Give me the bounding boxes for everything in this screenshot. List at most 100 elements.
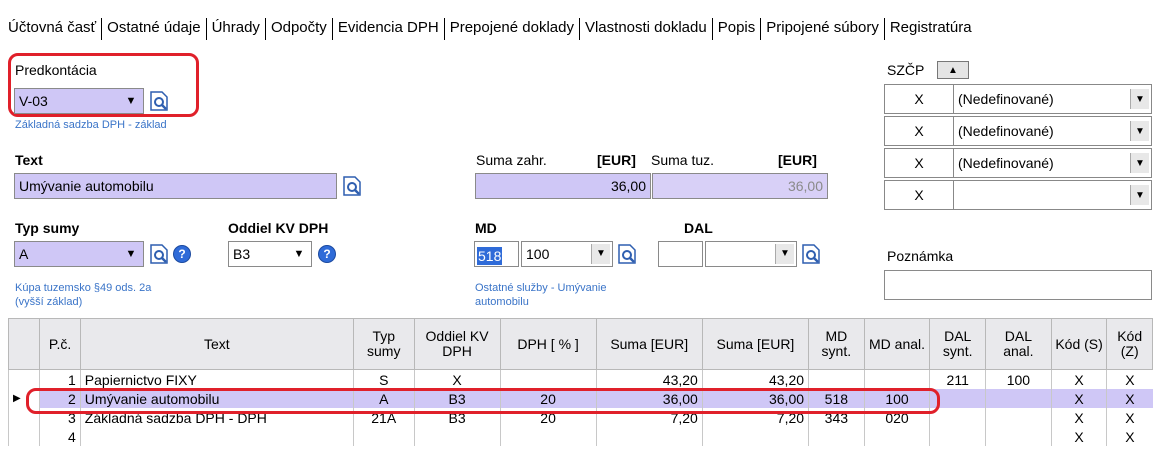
tab-9[interactable]: Pripojené súbory [761, 18, 885, 40]
tab-7[interactable]: Vlastnosti dokladu [580, 18, 713, 40]
suma-zahr-currency: [EUR] [597, 152, 636, 168]
suma-zahr-input[interactable]: 36,00 [475, 173, 651, 199]
row-indicator[interactable] [7, 369, 40, 389]
column-header[interactable]: Suma [EUR] [595, 318, 703, 370]
chevron-down-icon[interactable]: ▼ [1130, 89, 1149, 109]
column-header[interactable]: DAL synt. [929, 318, 987, 370]
predkontacia-hint: Základná sadzba DPH - základ [15, 119, 167, 131]
column-header[interactable]: P.č. [39, 318, 81, 370]
md-hint-2: automobilu [475, 296, 529, 308]
table-row[interactable]: 4 XX [7, 427, 1153, 446]
tab-6[interactable]: Prepojené doklady [445, 18, 580, 40]
chevron-down-icon[interactable]: ▼ [1130, 185, 1149, 205]
table-cell [985, 408, 1052, 427]
predkontacia-select[interactable]: V-03 ▼ [14, 88, 144, 114]
column-header[interactable]: DPH [ % ] [499, 318, 597, 370]
oddiel-label: Oddiel KV DPH [228, 220, 329, 236]
chevron-down-icon[interactable]: ▼ [775, 244, 794, 264]
szcp-row: X ▼ [884, 180, 1152, 210]
typ-sumy-value: A [19, 246, 29, 262]
tab-1[interactable]: Účtovná časť [8, 18, 103, 40]
table-cell [79, 427, 354, 446]
tab-5[interactable]: Evidencia DPH [333, 18, 445, 40]
suma-tuz-label: Suma tuz. [651, 152, 715, 168]
row-highlight [26, 388, 940, 414]
szcp-select[interactable]: (Nedefinované) ▼ [954, 148, 1152, 178]
table-cell: X [1050, 389, 1107, 408]
table-cell [808, 427, 865, 446]
chevron-down-icon[interactable]: ▼ [1130, 121, 1149, 141]
table-cell [595, 427, 703, 446]
table-cell: X [1106, 389, 1153, 408]
column-header[interactable]: MD synt. [808, 318, 865, 370]
typ-sumy-label: Typ sumy [15, 220, 80, 236]
lookup-icon[interactable] [148, 242, 172, 266]
tab-2[interactable]: Ostatné údaje [102, 18, 207, 40]
column-header[interactable]: MD anal. [863, 318, 931, 370]
tab-3[interactable]: Úhrady [207, 18, 266, 40]
dal-anal-select[interactable]: ▼ [705, 241, 797, 267]
szcp-select-value: (Nedefinované) [958, 91, 1054, 107]
typ-sumy-hint: Kúpa tuzemsko §49 ods. 2a [15, 282, 152, 294]
szcp-select-value: (Nedefinované) [958, 123, 1054, 139]
column-header[interactable]: Suma [EUR] [701, 318, 810, 370]
table-cell: X [1106, 427, 1153, 446]
table-cell: X [1106, 408, 1153, 427]
table-row[interactable]: 1 Papiernictvo FIXY S X 43,20 43,20 211 100 X X [7, 369, 1153, 389]
table-cell [352, 427, 415, 446]
chevron-down-icon[interactable]: ▼ [591, 244, 610, 264]
table-cell: 4 [39, 427, 81, 446]
typ-sumy-hint-2: (vyšší základ) [15, 296, 83, 308]
tab-4[interactable]: Odpočty [266, 18, 333, 40]
szcp-clear-button[interactable]: X [884, 84, 954, 114]
szcp-clear-button[interactable]: X [884, 148, 954, 178]
szcp-collapse-button[interactable]: ▲ [937, 61, 969, 79]
szcp-clear-button[interactable]: X [884, 116, 954, 146]
suma-zahr-label: Suma zahr. [476, 152, 547, 168]
column-header[interactable]: Oddiel KV DPH [413, 318, 501, 370]
table-cell [499, 369, 597, 389]
column-header[interactable]: Typ sumy [352, 318, 415, 370]
predkontacia-value: V-03 [19, 93, 48, 109]
md-synt-input[interactable]: 518 [474, 241, 519, 267]
md-hint: Ostatné služby - Umývanie [475, 282, 607, 294]
oddiel-select[interactable]: B3 ▼ [228, 241, 312, 267]
table-cell: X [1050, 427, 1107, 446]
column-header[interactable]: Kód (S) [1050, 318, 1108, 370]
suma-tuz-input[interactable]: 36,00 [652, 173, 828, 199]
predkontacia-label: Predkontácia [15, 62, 97, 78]
table-cell [499, 427, 597, 446]
lookup-icon[interactable] [800, 242, 824, 266]
tab-10[interactable]: Registratúra [885, 18, 977, 40]
lookup-icon[interactable] [148, 89, 172, 113]
column-header[interactable]: Text [79, 318, 354, 370]
md-anal-select[interactable]: 100 ▼ [521, 241, 613, 267]
suma-tuz-currency: [EUR] [778, 152, 817, 168]
text-label: Text [15, 152, 43, 168]
chevron-down-icon[interactable]: ▼ [287, 242, 311, 266]
row-indicator[interactable] [7, 427, 40, 446]
szcp-clear-button[interactable]: X [884, 180, 954, 210]
help-icon[interactable]: ? [173, 245, 191, 263]
szcp-select[interactable]: (Nedefinované) ▼ [954, 84, 1152, 114]
lookup-icon[interactable] [341, 174, 365, 198]
tab-bar: Účtovná časť Ostatné údaje Úhrady Odpočty Ev… [8, 18, 977, 40]
chevron-down-icon[interactable]: ▼ [119, 89, 143, 113]
table-cell: Papiernictvo FIXY [79, 369, 354, 389]
column-header[interactable]: DAL anal. [985, 318, 1052, 370]
text-input[interactable]: Umývanie automobilu [14, 173, 337, 199]
typ-sumy-select[interactable]: A ▼ [14, 241, 144, 267]
tab-8[interactable]: Popis [713, 18, 762, 40]
chevron-down-icon[interactable]: ▼ [119, 242, 143, 266]
poznamka-input[interactable] [884, 270, 1152, 300]
szcp-select[interactable]: ▼ [954, 180, 1152, 210]
szcp-row: X (Nedefinované) ▼ [884, 116, 1152, 146]
help-icon[interactable]: ? [318, 245, 336, 263]
szcp-select[interactable]: (Nedefinované) ▼ [954, 116, 1152, 146]
table-cell [413, 427, 501, 446]
lookup-icon[interactable] [616, 242, 640, 266]
dal-synt-input[interactable] [658, 241, 703, 267]
table-cell: X [413, 369, 501, 389]
column-header[interactable]: Kód (Z) [1106, 318, 1153, 370]
chevron-down-icon[interactable]: ▼ [1130, 153, 1149, 173]
